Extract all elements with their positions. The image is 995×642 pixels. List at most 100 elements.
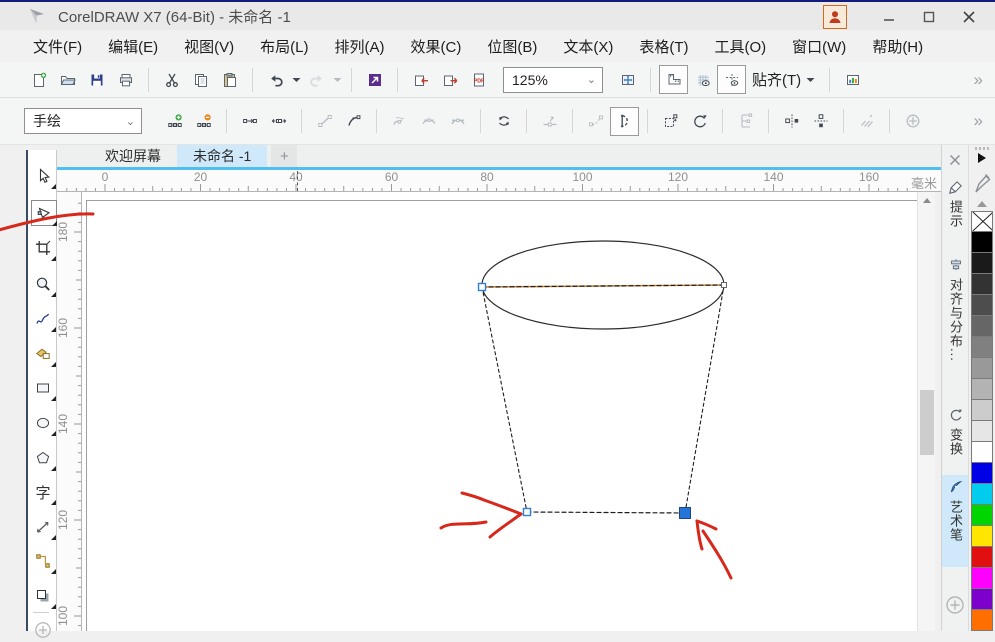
cusp-node-button[interactable]	[385, 107, 414, 136]
dropdown-caret-icon[interactable]	[290, 66, 302, 93]
color-swatch[interactable]	[971, 421, 993, 442]
new-button[interactable]	[24, 65, 53, 94]
menu-item-10[interactable]: 工具(O)	[701, 32, 779, 61]
scrollbar-thumb[interactable]	[920, 390, 934, 455]
save-button[interactable]	[82, 65, 111, 94]
toolbox-add-button[interactable]	[31, 618, 55, 642]
color-swatch[interactable]	[971, 316, 993, 337]
publish-pdf-button[interactable]: PDF	[464, 65, 493, 94]
eyedropper-icon[interactable]	[974, 171, 991, 195]
options-button[interactable]	[838, 65, 867, 94]
color-swatch-none[interactable]	[971, 211, 993, 232]
menu-item-4[interactable]: 布局(L)	[247, 32, 321, 61]
pick-tool[interactable]	[31, 164, 55, 188]
crop-tool[interactable]	[31, 236, 55, 260]
symmetric-node-button[interactable]	[443, 107, 472, 136]
show-rulers-button[interactable]	[659, 65, 688, 94]
ellipse-tool[interactable]	[31, 411, 55, 435]
palette-grip[interactable]	[975, 147, 989, 150]
elastic-mode-button[interactable]	[852, 107, 881, 136]
dropdown-caret-icon[interactable]	[331, 66, 343, 93]
preset-combobox[interactable]: 手绘 ⌄	[24, 108, 142, 134]
reflect-h-button[interactable]	[777, 107, 806, 136]
connector-tool[interactable]	[31, 549, 55, 573]
color-swatch[interactable]	[971, 274, 993, 295]
docker-tab-1[interactable]: 提示	[942, 175, 969, 245]
zoom-tool[interactable]	[31, 272, 55, 296]
menu-item-9[interactable]: 表格(T)	[626, 32, 701, 61]
palette-scroll-up-icon[interactable]	[977, 201, 987, 207]
docker-tab-3[interactable]: 变换	[942, 403, 969, 465]
cut-button[interactable]	[157, 65, 186, 94]
menu-item-1[interactable]: 文件(F)	[20, 32, 95, 61]
color-swatch[interactable]	[971, 463, 993, 484]
reflect-v-button[interactable]	[806, 107, 835, 136]
color-swatch[interactable]	[971, 610, 993, 631]
color-swatch[interactable]	[971, 589, 993, 610]
paste-button[interactable]	[215, 65, 244, 94]
open-button[interactable]	[53, 65, 82, 94]
color-swatch[interactable]	[971, 337, 993, 358]
reverse-direction-button[interactable]	[489, 107, 518, 136]
to-curve-button[interactable]	[339, 107, 368, 136]
copy-button[interactable]	[186, 65, 215, 94]
menu-item-3[interactable]: 视图(V)	[171, 32, 247, 61]
add-node-button[interactable]	[160, 107, 189, 136]
docker-tab-4[interactable]: 艺术笔	[942, 475, 969, 567]
join-nodes-button[interactable]	[235, 107, 264, 136]
scroll-up-button[interactable]	[918, 192, 936, 209]
drop-shadow-tool[interactable]	[31, 584, 55, 608]
extend-curve-button[interactable]	[581, 107, 610, 136]
color-swatch[interactable]	[971, 379, 993, 400]
zoom-level-combobox[interactable]: 125%⌄	[503, 67, 603, 93]
color-swatch[interactable]	[971, 568, 993, 589]
show-guidelines-button[interactable]	[717, 65, 746, 94]
to-line-button[interactable]	[310, 107, 339, 136]
extract-subpath-button[interactable]	[535, 107, 564, 136]
vertical-ruler[interactable]: 180160140120100	[57, 192, 82, 631]
smart-fill-tool[interactable]	[31, 342, 55, 366]
undo-button[interactable]	[261, 65, 290, 94]
docker-add-button[interactable]	[945, 595, 965, 620]
menu-item-8[interactable]: 文本(X)	[550, 32, 626, 61]
smooth-node-button[interactable]	[414, 107, 443, 136]
color-swatch[interactable]	[971, 358, 993, 379]
vertical-scrollbar[interactable]	[917, 192, 935, 631]
color-swatch[interactable]	[971, 526, 993, 547]
import-button[interactable]	[406, 65, 435, 94]
docker-close-button[interactable]	[945, 150, 965, 170]
break-nodes-button[interactable]	[264, 107, 293, 136]
select-all-nodes-button[interactable]	[898, 107, 927, 136]
export-button[interactable]	[435, 65, 464, 94]
maximize-button[interactable]	[909, 4, 949, 30]
color-swatch[interactable]	[971, 484, 993, 505]
propbar-overflow-button[interactable]: »	[974, 111, 983, 131]
rotate-nodes-button[interactable]	[685, 107, 714, 136]
color-swatch[interactable]	[971, 232, 993, 253]
minimize-button[interactable]	[869, 4, 909, 30]
palette-flyout-arrow-icon[interactable]	[978, 153, 986, 163]
menu-item-12[interactable]: 帮助(H)	[859, 32, 936, 61]
show-grid-button[interactable]	[688, 65, 717, 94]
stretch-nodes-button[interactable]	[656, 107, 685, 136]
menu-item-2[interactable]: 编辑(E)	[95, 32, 171, 61]
menu-item-7[interactable]: 位图(B)	[474, 32, 550, 61]
menu-item-6[interactable]: 效果(C)	[398, 32, 475, 61]
delete-node-button[interactable]	[189, 107, 218, 136]
color-swatch[interactable]	[971, 442, 993, 463]
freehand-tool[interactable]	[31, 307, 55, 331]
drawing-canvas[interactable]	[82, 192, 917, 631]
polygon-tool[interactable]	[31, 446, 55, 470]
print-button[interactable]	[111, 65, 140, 94]
text-tool[interactable]: 字	[31, 480, 55, 504]
menu-item-5[interactable]: 排列(A)	[322, 32, 398, 61]
toolbar-overflow-button[interactable]: »	[974, 70, 983, 90]
redo-button[interactable]	[302, 65, 331, 94]
color-swatch[interactable]	[971, 295, 993, 316]
dimension-tool[interactable]	[31, 515, 55, 539]
tab-welcome-screen[interactable]: 欢迎屏幕	[89, 145, 177, 167]
rectangle-tool[interactable]	[31, 376, 55, 400]
horizontal-ruler[interactable]: 020406080100120140160 毫米	[57, 170, 945, 192]
close-curve-button[interactable]	[610, 107, 639, 136]
color-swatch[interactable]	[971, 400, 993, 421]
